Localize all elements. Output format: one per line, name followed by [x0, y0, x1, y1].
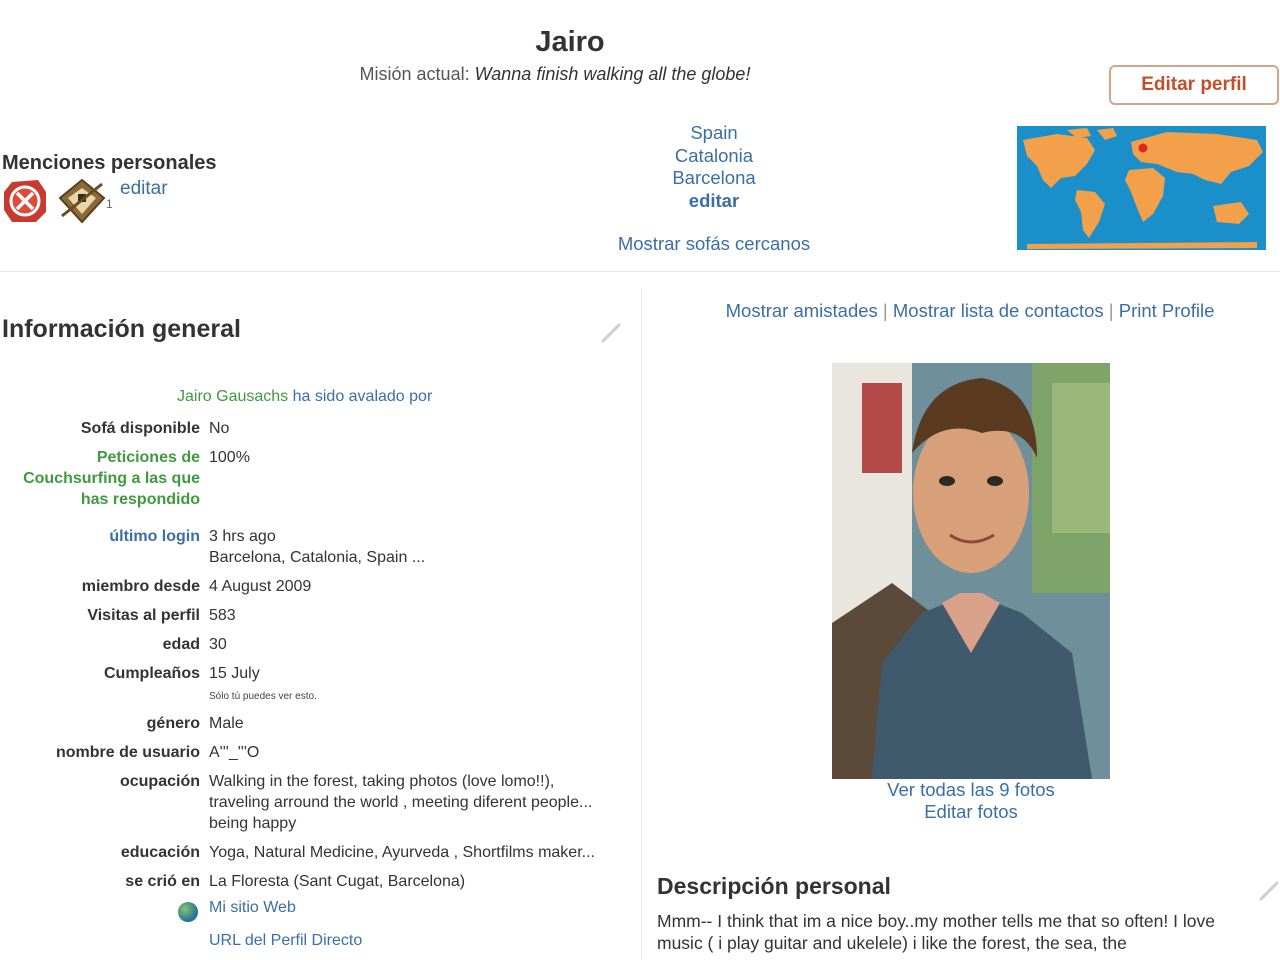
couch-value: No: [209, 420, 230, 437]
location-block: Spain Catalonia Barcelona editar: [614, 122, 814, 212]
mission: Misión actual: Wanna finish walking all …: [0, 64, 1110, 85]
gender-value: Male: [209, 715, 244, 732]
location-country-link[interactable]: Spain: [614, 122, 814, 145]
age-value: 30: [209, 636, 227, 653]
grew-up-label: se crió en: [125, 873, 200, 890]
occupation-label: ocupación: [119, 773, 200, 790]
print-profile-link[interactable]: Print Profile: [1119, 300, 1215, 321]
couch-label: Sofá disponible: [80, 420, 200, 437]
birthday-value: 15 July Sólo tú puedes ver esto.: [209, 663, 629, 707]
edit-profile-button[interactable]: Editar perfil: [1109, 65, 1279, 105]
last-login-location: Barcelona, Catalonia, Spain ...: [209, 549, 426, 566]
birthday-privacy-note: Sólo tú puedes ver esto.: [209, 691, 317, 702]
show-friends-link[interactable]: Mostrar amistades: [726, 300, 878, 321]
edit-pencil-icon[interactable]: [1258, 880, 1280, 902]
visits-value: 583: [209, 607, 236, 624]
vouched-name: Jairo Gausachs: [177, 388, 289, 405]
member-since-value: 4 August 2009: [209, 578, 312, 595]
last-login-value: 3 hrs ago Barcelona, Catalonia, Spain ..…: [209, 526, 629, 568]
occupation-value: Walking in the forest, taking photos (lo…: [209, 773, 593, 832]
education-value: Yoga, Natural Medicine, Ayurveda , Short…: [209, 844, 595, 861]
divider-horizontal: [0, 271, 1280, 272]
location-region-link[interactable]: Catalonia: [614, 145, 814, 168]
globe-icon: [178, 902, 198, 922]
last-login-time: 3 hrs ago: [209, 528, 276, 545]
vouch-badge-icon[interactable]: [56, 178, 108, 224]
edit-pencil-icon[interactable]: [600, 322, 622, 344]
link-separator: |: [882, 300, 888, 321]
show-nearby-couches-link[interactable]: Mostrar sofás cercanos: [580, 233, 848, 255]
location-marker: [1138, 143, 1148, 153]
requests-label[interactable]: Peticiones de Couchsurfing a las que has…: [0, 447, 200, 510]
website-link[interactable]: Mi sitio Web: [209, 899, 296, 917]
location-city-link[interactable]: Barcelona: [614, 167, 814, 190]
vouched-line: Jairo Gausachs ha sido avalado por: [177, 388, 432, 406]
badge-count: 1: [106, 197, 113, 211]
profile-photo[interactable]: [832, 363, 1110, 779]
age-label: edad: [162, 636, 200, 653]
birthday-label: Cumpleaños: [103, 665, 200, 682]
username-label: nombre de usuario: [55, 744, 200, 761]
last-login-label[interactable]: último login: [0, 526, 200, 547]
show-contacts-link[interactable]: Mostrar lista de contactos: [893, 300, 1104, 321]
vouched-by-link[interactable]: avalado por: [349, 388, 433, 405]
grew-up-value: La Floresta (Sant Cugat, Barcelona): [209, 873, 466, 890]
member-since-label: miembro desde: [81, 578, 200, 595]
divider-vertical: [641, 288, 642, 960]
world-map[interactable]: [1017, 126, 1266, 250]
profile-links: Mostrar amistades | Mostrar lista de con…: [660, 300, 1280, 322]
see-all-photos-link[interactable]: Ver todas las 9 fotos: [832, 779, 1110, 801]
visits-label: Visitas al perfil: [87, 607, 200, 624]
mission-label: Misión actual:: [359, 64, 470, 84]
mentions-edit-link[interactable]: editar: [120, 178, 168, 200]
direct-profile-url-link[interactable]: URL del Perfil Directo: [209, 932, 362, 950]
personal-description-text: Mmm-- I think that im a nice boy..my mot…: [657, 911, 1215, 953]
general-info-title: Información general: [2, 315, 241, 343]
red-badge-icon[interactable]: [2, 178, 48, 224]
birthday-date: 15 July: [209, 665, 260, 682]
education-label: educación: [120, 844, 200, 861]
mentions-title: Menciones personales: [2, 152, 217, 174]
personal-description-title: Descripción personal: [657, 873, 891, 899]
link-separator: |: [1108, 300, 1114, 321]
profile-name: Jairo: [535, 26, 605, 58]
username-value: A'''_'''O: [209, 744, 260, 761]
requests-value: 100%: [209, 449, 250, 466]
edit-photos-link[interactable]: Editar fotos: [832, 801, 1110, 823]
gender-label: género: [146, 715, 200, 732]
location-edit-link[interactable]: editar: [614, 190, 814, 213]
vouched-text: ha sido: [288, 388, 349, 405]
mission-text: Wanna finish walking all the globe!: [474, 64, 751, 84]
